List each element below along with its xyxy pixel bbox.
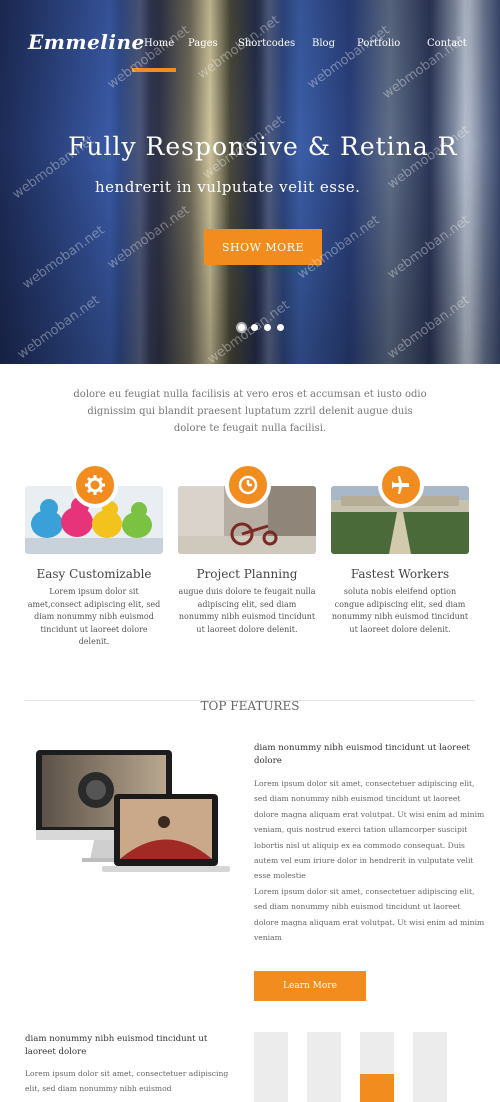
nav-portfolio[interactable]: Portfolio	[357, 38, 400, 49]
nav-pages[interactable]: Pages	[188, 38, 218, 49]
bottom-heading: diam nonummy nibh euismod tincidunt ut l…	[25, 1034, 208, 1057]
service-text: Lorem ipsum dolor sit amet,consect adipi…	[27, 587, 161, 646]
hero-title: Fully Responsive & Retina R	[68, 132, 458, 161]
slider-dot-1[interactable]	[238, 324, 245, 331]
service-card-customizable: Easy Customizable Lorem ipsum dolor sit …	[25, 462, 163, 649]
feature-paragraph-2: Lorem ipsum dolor sit amet, consectetuer…	[254, 886, 485, 943]
nav-contact[interactable]: Contact	[427, 38, 467, 49]
bottom-text: Lorem ipsum dolor sit amet, consectetuer…	[25, 1069, 229, 1094]
hero-subtitle: hendrerit in vulputate velit esse.	[95, 178, 361, 196]
top-features-title: TOP FEATURES	[200, 699, 300, 713]
progress-bar-1	[254, 1032, 288, 1102]
progress-bar-3	[360, 1032, 394, 1102]
nav-home[interactable]: Home	[144, 38, 174, 49]
intro-text: dolore eu feugiat nulla facilisis at ver…	[73, 389, 427, 434]
service-card-planning: Project Planning augue duis dolore te fe…	[178, 462, 316, 636]
slider-dot-4[interactable]	[277, 324, 284, 331]
feature-heading: diam nonummy nibh euismod tincidunt ut l…	[254, 743, 470, 766]
nav-shortcodes[interactable]: Shortcodes	[238, 38, 295, 49]
service-text: augue duis dolore te feugait nulla adipi…	[178, 587, 316, 634]
progress-bar-2	[307, 1032, 341, 1102]
main-nav: Home Pages Shortcodes Blog Portfolio Con…	[0, 38, 500, 58]
nav-active-indicator	[132, 68, 176, 72]
learn-more-button[interactable]: Learn More	[254, 971, 366, 1001]
service-text: soluta nobis eleifend option congue adip…	[331, 587, 469, 634]
feature-text: Lorem ipsum dolor sit amet, consectetuer…	[254, 776, 486, 945]
service-title: Project Planning	[196, 567, 298, 581]
service-title: Easy Customizable	[36, 567, 152, 581]
nav-blog[interactable]: Blog	[312, 38, 335, 49]
service-card-workers: Fastest Workers soluta nobis eleifend op…	[331, 462, 469, 636]
progress-bar-4	[413, 1032, 447, 1102]
slider-dot-3[interactable]	[264, 324, 271, 331]
devices-image	[36, 750, 231, 880]
hero-banner: Emmeline Home Pages Shortcodes Blog Port…	[0, 0, 500, 364]
feature-paragraph-1: Lorem ipsum dolor sit amet, consectetuer…	[254, 779, 485, 881]
gear-icon	[72, 462, 118, 508]
show-more-button[interactable]: SHOW MORE	[204, 229, 322, 265]
service-title: Fastest Workers	[350, 567, 450, 581]
airplane-icon	[378, 462, 424, 508]
watermark: webmoban.net	[14, 292, 103, 363]
progress-fill	[360, 1074, 394, 1102]
slider-dot-2[interactable]	[251, 324, 258, 331]
clock-icon	[225, 462, 271, 508]
watermark: webmoban.net	[19, 222, 108, 293]
